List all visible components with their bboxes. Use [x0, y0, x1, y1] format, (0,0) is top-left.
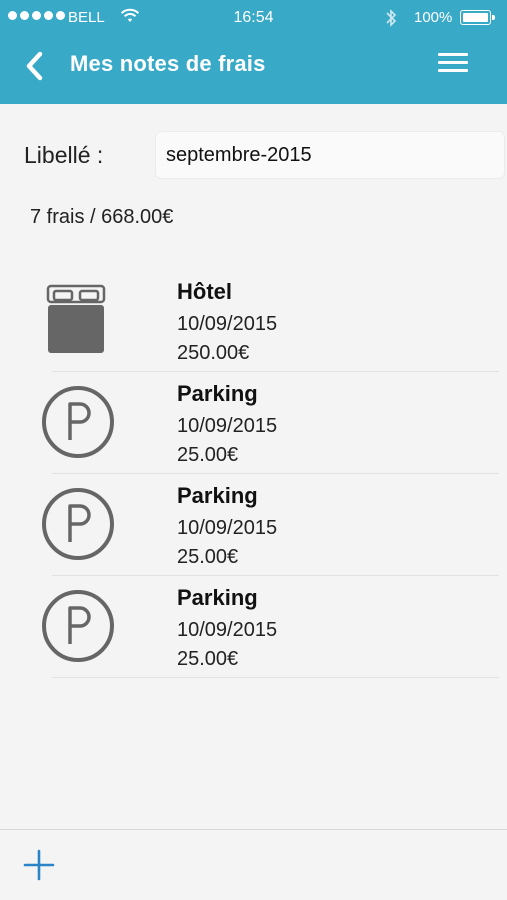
header: BELL 16:54 100% Mes notes de frais: [0, 0, 507, 104]
add-expense-button[interactable]: [22, 848, 56, 882]
expense-date: 10/09/2015: [177, 517, 278, 539]
libelle-label: Libellé :: [24, 142, 104, 168]
expense-item-parking[interactable]: Parking 10/09/2015 25.00€: [0, 576, 507, 678]
expense-date: 10/09/2015: [177, 415, 278, 437]
expense-date: 10/09/2015: [177, 619, 278, 641]
menu-button[interactable]: [436, 50, 470, 78]
bottom-toolbar: [0, 829, 507, 900]
page-title: Mes notes de frais: [70, 51, 266, 76]
parking-icon: [42, 590, 114, 662]
expense-item-parking[interactable]: Parking 10/09/2015 25.00€: [0, 372, 507, 474]
expense-amount: 250.00€: [177, 342, 250, 364]
expense-name: Hôtel: [177, 279, 232, 304]
status-bar: BELL 16:54 100%: [0, 0, 507, 38]
parking-icon: [42, 488, 114, 560]
divider: [52, 677, 499, 678]
libelle-input[interactable]: [155, 131, 505, 179]
expense-amount: 25.00€: [177, 444, 239, 466]
expense-item-parking[interactable]: Parking 10/09/2015 25.00€: [0, 474, 507, 576]
expense-name: Parking: [177, 381, 258, 406]
screen: BELL 16:54 100% Mes notes de frais Libel…: [0, 0, 507, 900]
parking-icon: [42, 386, 114, 458]
expense-name: Parking: [177, 483, 258, 508]
expense-amount: 25.00€: [177, 648, 239, 670]
battery-percent: 100%: [414, 9, 453, 26]
bed-icon: [46, 284, 106, 353]
back-button[interactable]: [20, 50, 52, 82]
expense-summary: 7 frais / 668.00€: [30, 206, 174, 228]
expense-name: Parking: [177, 585, 258, 610]
expense-date: 10/09/2015: [177, 313, 278, 335]
bluetooth-icon: [386, 9, 397, 27]
expense-amount: 25.00€: [177, 546, 239, 568]
battery-icon: [460, 10, 495, 25]
navbar: Mes notes de frais: [0, 38, 507, 104]
expense-list: Hôtel 10/09/2015 250.00€ Parking 10/09/2…: [0, 270, 507, 678]
expense-item-hotel[interactable]: Hôtel 10/09/2015 250.00€: [0, 270, 507, 372]
